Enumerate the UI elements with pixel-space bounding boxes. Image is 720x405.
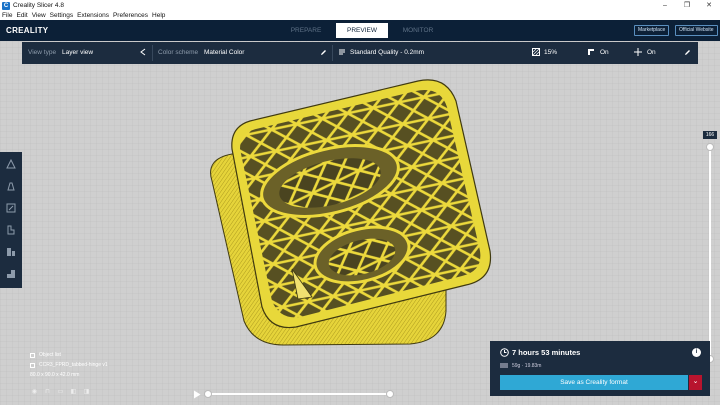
official-website-button[interactable]: Official Website xyxy=(675,25,718,36)
layer-slider[interactable] xyxy=(706,143,714,363)
infill-value[interactable]: 15% xyxy=(544,42,557,64)
support-icon xyxy=(587,42,595,64)
pencil-icon[interactable] xyxy=(320,42,327,64)
top-view-icon[interactable]: ▭ xyxy=(56,389,65,396)
menu-extensions[interactable]: Extensions xyxy=(77,12,109,19)
menu-edit[interactable]: Edit xyxy=(16,12,27,19)
menu-help[interactable]: Help xyxy=(152,12,165,19)
3d-view-icon[interactable]: ◉ xyxy=(30,389,39,396)
mirror-tool-icon[interactable] xyxy=(5,224,17,236)
custom-settings-icon[interactable] xyxy=(684,42,691,64)
layer-number[interactable]: 166 xyxy=(703,131,717,139)
clock-icon xyxy=(500,348,509,359)
tab-monitor[interactable]: MONITOR xyxy=(392,23,444,38)
view-orientation-buttons: ◉ ⊓ ▭ ◧ ◨ xyxy=(30,389,95,396)
minimize-icon[interactable]: – xyxy=(654,0,676,11)
left-toolbar xyxy=(0,152,22,288)
object-filename: CCR3_FPRD_tabbed-hinge v1 xyxy=(39,362,108,368)
stage-tabs: PREPARE PREVIEW MONITOR xyxy=(280,23,448,38)
object-dimensions: 80.0 x 90.0 x 42.0 mm xyxy=(30,372,80,378)
app-icon: C xyxy=(2,1,10,10)
color-scheme-select[interactable]: Material Color xyxy=(204,42,244,64)
object-list-toggle[interactable]: Object list xyxy=(30,350,108,360)
app-header: CREALITY PREPARE PREVIEW MONITOR Marketp… xyxy=(0,20,720,41)
support-blocker-icon[interactable] xyxy=(5,268,17,280)
per-model-settings-icon[interactable] xyxy=(5,246,17,258)
info-icon[interactable]: i xyxy=(692,348,701,357)
close-icon[interactable]: ✕ xyxy=(698,0,720,11)
object-info: Object list CCR3_FPRD_tabbed-hinge v1 80… xyxy=(30,350,108,380)
chevron-down-icon[interactable]: ⌄ xyxy=(689,375,702,390)
edit-icon xyxy=(30,362,35,368)
menu-file[interactable]: File xyxy=(2,12,12,19)
print-time: 7 hours 53 minutes xyxy=(512,348,581,357)
menu-settings[interactable]: Settings xyxy=(50,12,74,19)
tab-preview[interactable]: PREVIEW xyxy=(336,23,388,38)
view-type-select[interactable]: Layer view xyxy=(62,42,93,64)
left-view-icon[interactable]: ◧ xyxy=(69,389,78,396)
menu-preferences[interactable]: Preferences xyxy=(113,12,148,19)
path-slider-end-handle[interactable] xyxy=(386,390,394,398)
view-type-label: View type xyxy=(28,49,57,56)
chevron-up-icon xyxy=(30,352,35,358)
material-usage: 59g · 19.83m xyxy=(512,363,542,369)
layer-slider-top-handle[interactable] xyxy=(706,143,714,151)
window-controls: – ❐ ✕ xyxy=(654,0,720,11)
chevron-left-icon[interactable] xyxy=(140,42,146,64)
adhesion-icon xyxy=(634,42,642,64)
maximize-icon[interactable]: ❐ xyxy=(676,0,698,11)
profile-icon xyxy=(338,42,346,64)
support-value[interactable]: On xyxy=(600,42,609,64)
rotate-tool-icon[interactable] xyxy=(5,202,17,214)
save-button[interactable]: Save as Creality format xyxy=(500,375,688,390)
menu-view[interactable]: View xyxy=(32,12,46,19)
path-slider-start-handle[interactable] xyxy=(204,390,212,398)
tab-prepare[interactable]: PREPARE xyxy=(280,23,332,38)
right-view-icon[interactable]: ◨ xyxy=(82,389,91,396)
print-info-panel: 7 hours 53 minutes 59g · 19.83m i Save a… xyxy=(490,341,710,396)
brand-logo: CREALITY xyxy=(6,26,49,35)
move-tool-icon[interactable] xyxy=(5,158,17,170)
settings-bar: View type Layer view Color scheme Materi… xyxy=(22,42,698,64)
window-title: Creality Slicer 4.8 xyxy=(13,2,64,9)
infill-icon xyxy=(532,42,540,64)
path-slider[interactable] xyxy=(204,390,394,398)
front-view-icon[interactable]: ⊓ xyxy=(43,389,52,396)
adhesion-value[interactable]: On xyxy=(647,42,656,64)
menu-bar: File Edit View Settings Extensions Prefe… xyxy=(0,11,720,20)
marketplace-button[interactable]: Marketplace xyxy=(634,25,670,36)
title-bar: C Creality Slicer 4.8 – ❐ ✕ xyxy=(0,0,720,11)
color-scheme-label: Color scheme xyxy=(158,49,199,56)
material-icon xyxy=(500,362,508,371)
quality-profile[interactable]: Standard Quality - 0.2mm xyxy=(350,42,424,64)
scale-tool-icon[interactable] xyxy=(5,180,17,192)
play-icon[interactable] xyxy=(193,390,201,399)
